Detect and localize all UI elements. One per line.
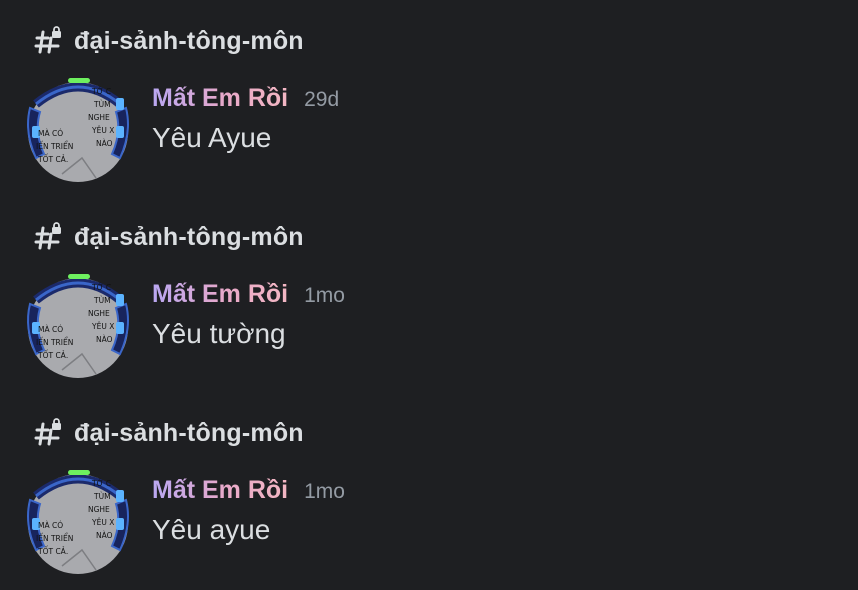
avatar-text: NGHE	[88, 113, 110, 122]
avatar-text: TỐT CẢ.	[37, 546, 68, 556]
avatar-text: MÀ CÓ	[38, 129, 63, 138]
avatar-image: TỚ C TÙM NGHE YÊU X NÀO MÀ CÓ IẾN TRIỂN …	[27, 274, 129, 378]
avatar-text: NÀO	[96, 531, 113, 540]
search-result[interactable]: đại-sảnh-tông-môn TỚ C TÙM NGHE YÊU X NÀ…	[0, 196, 858, 392]
avatar-text: IẾN TRIỂN	[36, 141, 73, 151]
message-header: Mất Em Rồi 29d	[152, 84, 339, 118]
message-content: Yêu Ayue	[152, 122, 272, 153]
avatar-text: YÊU X	[91, 322, 114, 331]
channel-name[interactable]: đại-sảnh-tông-môn	[74, 419, 304, 448]
message-content: Yêu tường	[152, 318, 286, 349]
avatar-text: YÊU X	[91, 126, 114, 135]
message-timestamp[interactable]: 29d	[304, 88, 339, 112]
message-header: Mất Em Rồi 1mo	[152, 476, 345, 510]
avatar[interactable]: TỚ C TÙM NGHE YÊU X NÀO MÀ CÓ IẾN TRIỂN …	[22, 466, 134, 578]
avatar-text: TỚ C	[91, 283, 111, 292]
avatar-text: NÀO	[96, 335, 113, 344]
author-name[interactable]: Mất Em Rồi	[152, 476, 288, 505]
message-timestamp[interactable]: 1mo	[304, 284, 345, 308]
search-results-feed: đại-sảnh-tông-môn TỚ C TÙM NGHE YÊU X NÀ…	[0, 0, 858, 590]
avatar[interactable]: TỚ C TÙM NGHE YÊU X NÀO MÀ CÓ IẾN TRIỂN …	[22, 74, 134, 186]
message-header: Mất Em Rồi 1mo	[152, 280, 345, 314]
channel-name[interactable]: đại-sảnh-tông-môn	[74, 223, 304, 252]
channel-name[interactable]: đại-sảnh-tông-môn	[74, 27, 304, 56]
avatar-text: MÀ CÓ	[38, 521, 63, 530]
avatar-text: TÙM	[93, 492, 111, 501]
channel-header[interactable]: đại-sảnh-tông-môn	[34, 220, 304, 254]
avatar-text: TỐT CẢ.	[37, 350, 68, 360]
avatar-text: IẾN TRIỂN	[36, 337, 73, 347]
avatar-text: TỚ C	[91, 87, 111, 96]
channel-header[interactable]: đại-sảnh-tông-môn	[34, 416, 304, 450]
avatar-text: TỚ C	[91, 479, 111, 488]
avatar-text: NGHE	[88, 505, 110, 514]
avatar-text: TÙM	[93, 100, 111, 109]
avatar-image: TỚ C TÙM NGHE YÊU X NÀO MÀ CÓ IẾN TRIỂN …	[27, 470, 129, 574]
avatar-image: TỚ C TÙM NGHE YÊU X NÀO MÀ CÓ IẾN TRIỂN …	[27, 78, 129, 182]
avatar[interactable]: TỚ C TÙM NGHE YÊU X NÀO MÀ CÓ IẾN TRIỂN …	[22, 270, 134, 382]
hashtag-locked-icon	[34, 26, 61, 54]
avatar-text: YÊU X	[91, 518, 114, 527]
search-result[interactable]: đại-sảnh-tông-môn TỚ C TÙM NGHE YÊU X NÀ…	[0, 392, 858, 588]
hashtag-locked-icon	[34, 222, 61, 250]
avatar-text: IẾN TRIỂN	[36, 533, 73, 543]
hashtag-locked-icon	[34, 418, 61, 446]
avatar-text: MÀ CÓ	[38, 325, 63, 334]
author-name[interactable]: Mất Em Rồi	[152, 84, 288, 113]
message-timestamp[interactable]: 1mo	[304, 480, 345, 504]
channel-header[interactable]: đại-sảnh-tông-môn	[34, 24, 304, 58]
avatar-text: TÙM	[93, 296, 111, 305]
avatar-text: TỐT CẢ.	[37, 154, 68, 164]
avatar-text: NGHE	[88, 309, 110, 318]
search-result[interactable]: đại-sảnh-tông-môn TỚ C TÙM NGHE YÊU X NÀ…	[0, 0, 858, 196]
message-content: Yêu ayue	[152, 514, 271, 545]
avatar-text: NÀO	[96, 139, 113, 148]
author-name[interactable]: Mất Em Rồi	[152, 280, 288, 309]
